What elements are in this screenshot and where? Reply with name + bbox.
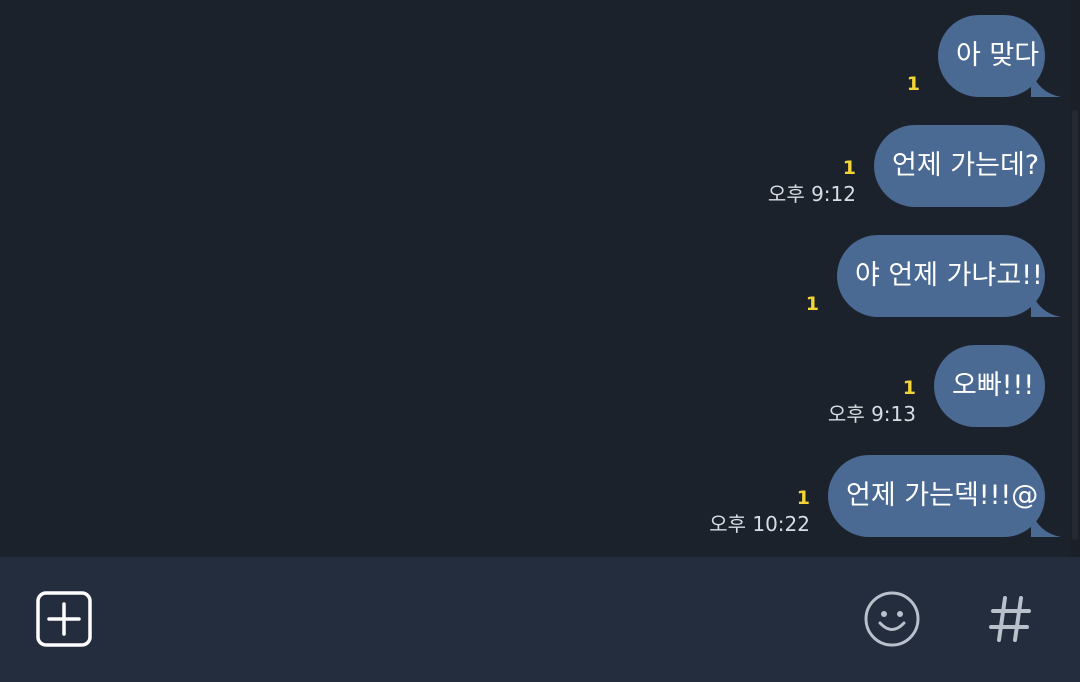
- input-bar: [0, 557, 1080, 682]
- message-meta: 1 오후 9:12: [768, 157, 856, 207]
- message-row: 1 오후 9:13 오빠!!!: [828, 345, 1045, 427]
- message-row: 1 오후 10:22 언제 가는덱!!!@: [709, 455, 1061, 537]
- unread-count: 1: [805, 293, 819, 315]
- message-meta: 1 오후 9:13: [828, 377, 916, 427]
- emoticon-button[interactable]: [862, 591, 922, 651]
- message-text: 아 맞다: [956, 40, 1040, 71]
- chat-screen: 1 아 맞다 1 오후 9:12 언제 가는데? 1 야 언제 가냐고!! 1 …: [0, 0, 1080, 682]
- message-time: 오후 10:22: [709, 512, 810, 536]
- message-time: 오후 9:12: [767, 182, 856, 206]
- scrollbar-thumb[interactable]: [1072, 110, 1078, 540]
- bubble-tail: [1031, 71, 1061, 97]
- unread-count: 1: [906, 73, 920, 95]
- unread-count: 1: [842, 157, 856, 179]
- plus-square-icon: [36, 591, 92, 651]
- message-bubble[interactable]: 야 언제 가냐고!!: [837, 235, 1045, 317]
- attach-button[interactable]: [36, 591, 92, 651]
- scrollbar-track[interactable]: [1070, 0, 1080, 557]
- unread-count: 1: [796, 487, 810, 509]
- message-bubble[interactable]: 언제 가는덱!!!@: [828, 455, 1045, 537]
- message-row: 1 야 언제 가냐고!!: [806, 235, 1061, 317]
- message-bubble[interactable]: 언제 가는데?: [874, 125, 1045, 207]
- message-meta: 1: [907, 73, 920, 97]
- bubble-tail: [1031, 511, 1061, 537]
- message-time: 오후 9:13: [827, 402, 916, 426]
- smiley-icon: [863, 590, 921, 652]
- message-text: 야 언제 가냐고!!: [855, 260, 1043, 291]
- message-row: 1 아 맞다: [907, 15, 1061, 97]
- hash-icon: [987, 594, 1033, 648]
- message-text: 언제 가는데?: [892, 150, 1040, 181]
- message-meta: 1: [806, 293, 819, 317]
- message-meta: 1 오후 10:22: [709, 487, 810, 537]
- message-text: 언제 가는덱!!!@: [846, 480, 1039, 511]
- message-bubble[interactable]: 오빠!!!: [934, 345, 1045, 427]
- hashtag-search-button[interactable]: [980, 591, 1040, 651]
- message-list[interactable]: 1 아 맞다 1 오후 9:12 언제 가는데? 1 야 언제 가냐고!! 1 …: [0, 0, 1080, 557]
- message-bubble[interactable]: 아 맞다: [938, 15, 1045, 97]
- bubble-tail: [1031, 291, 1061, 317]
- message-text: 오빠!!!: [952, 370, 1035, 401]
- unread-count: 1: [902, 377, 916, 399]
- message-row: 1 오후 9:12 언제 가는데?: [768, 125, 1045, 207]
